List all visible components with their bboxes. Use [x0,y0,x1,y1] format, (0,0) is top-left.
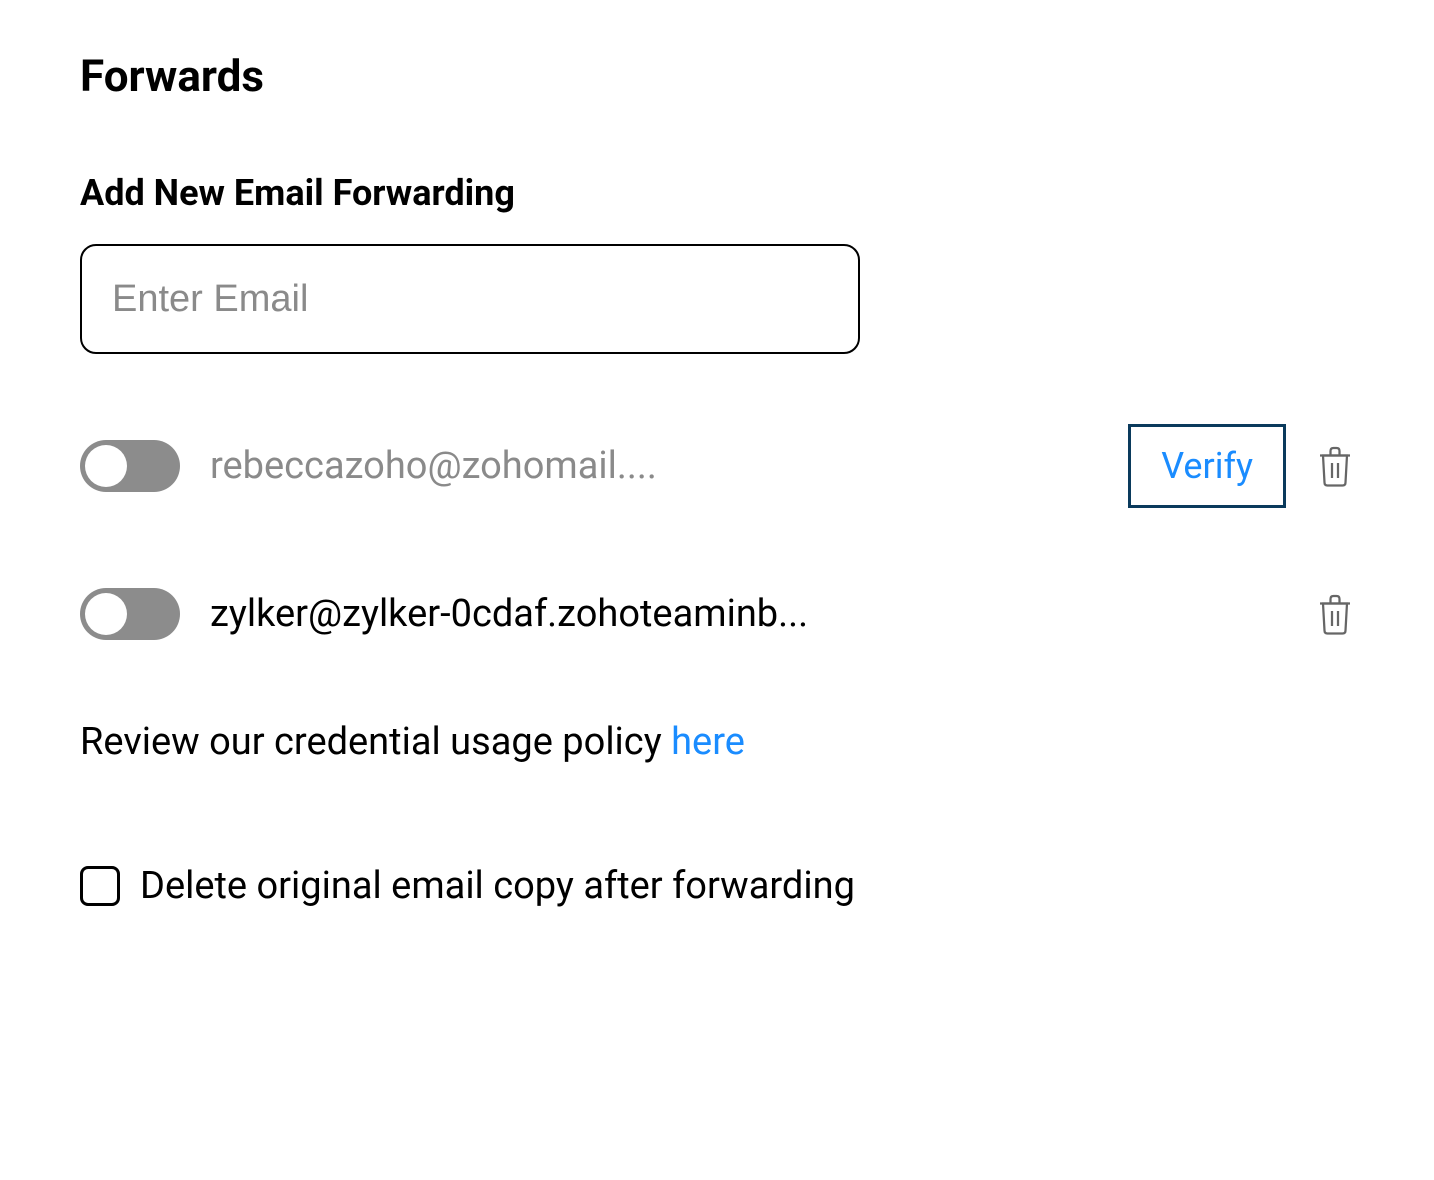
forward-email-0: rebeccazoho@zohomail.... [210,444,1098,488]
delete-forward-1[interactable] [1316,593,1354,635]
add-forwarding-title: Add New Email Forwarding [80,172,1354,214]
forward-toggle-1[interactable] [80,588,180,640]
toggle-knob [85,593,127,635]
trash-icon [1316,445,1354,487]
delete-original-label: Delete original email copy after forward… [140,864,855,908]
delete-forward-0[interactable] [1316,445,1354,487]
forward-row: zylker@zylker-0cdaf.zohoteaminb... [80,588,1354,640]
forward-email-1: zylker@zylker-0cdaf.zohoteaminb... [210,592,1286,636]
email-input[interactable] [80,244,860,354]
policy-prefix: Review our credential usage policy [80,720,671,764]
forward-row: rebeccazoho@zohomail.... Verify [80,424,1354,508]
delete-original-checkbox[interactable] [80,866,120,906]
policy-text: Review our credential usage policy here [80,720,1354,764]
forward-toggle-0[interactable] [80,440,180,492]
verify-button[interactable]: Verify [1128,424,1286,508]
policy-link[interactable]: here [671,720,745,764]
delete-original-row: Delete original email copy after forward… [80,864,1354,908]
toggle-knob [85,445,127,487]
page-title: Forwards [80,50,1354,102]
trash-icon [1316,593,1354,635]
